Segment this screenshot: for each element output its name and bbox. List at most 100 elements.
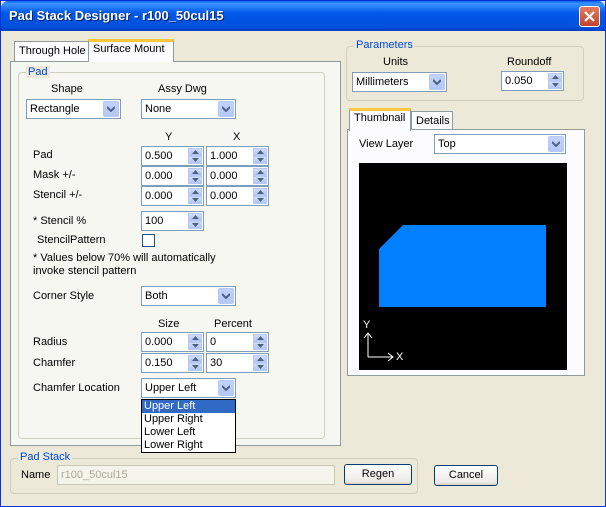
spin-down-icon[interactable] xyxy=(188,363,202,371)
shape-label: Shape xyxy=(51,83,83,95)
spin-up-icon[interactable] xyxy=(188,334,202,342)
chevron-down-icon[interactable] xyxy=(103,101,119,117)
spin-down-icon[interactable] xyxy=(188,342,202,350)
close-icon xyxy=(584,11,595,22)
spin-down-icon[interactable] xyxy=(188,221,202,229)
view-layer-select[interactable]: Top xyxy=(434,134,566,154)
chevron-down-icon[interactable] xyxy=(218,380,234,396)
regen-button-label: Regen xyxy=(361,468,395,480)
spin-up-icon[interactable] xyxy=(548,73,562,81)
spin-down-icon[interactable] xyxy=(188,176,202,184)
view-layer-value: Top xyxy=(438,138,456,150)
radius-pct-value: 0 xyxy=(210,336,217,348)
roundoff-label: Roundoff xyxy=(507,56,552,68)
chamfer-size-spinner[interactable]: 0.150 xyxy=(141,353,204,373)
name-field-value: r100_50cul15 xyxy=(61,469,128,481)
stencil-pattern-checkbox[interactable] xyxy=(142,234,155,247)
dropdown-option-upper-left[interactable]: Upper Left xyxy=(142,400,235,413)
axis-x-label: X xyxy=(396,351,404,363)
tab-label: Through Hole xyxy=(19,45,86,57)
dropdown-option-lower-right[interactable]: Lower Right xyxy=(142,439,235,452)
spin-up-icon[interactable] xyxy=(253,168,267,176)
spin-up-icon[interactable] xyxy=(253,334,267,342)
mask-y-spinner[interactable]: 0.000 xyxy=(141,166,204,186)
chamfer-location-select[interactable]: Upper Left xyxy=(141,378,236,398)
chevron-down-icon[interactable] xyxy=(429,74,445,90)
chamfer-size-value: 0.150 xyxy=(145,357,173,369)
stencil-row-label: Stencil +/- xyxy=(33,189,83,201)
assy-dwg-select[interactable]: None xyxy=(141,99,236,119)
spin-down-icon[interactable] xyxy=(253,363,267,371)
spin-down-icon[interactable] xyxy=(253,196,267,204)
tab-surface-mount[interactable]: Surface Mount xyxy=(88,39,174,62)
spin-up-icon[interactable] xyxy=(253,355,267,363)
cancel-button-label: Cancel xyxy=(448,469,484,481)
chamfer-pct-spinner[interactable]: 30 xyxy=(206,353,269,373)
pad-y-spinner[interactable]: 0.500 xyxy=(141,146,204,166)
units-select[interactable]: Millimeters xyxy=(352,72,447,92)
dropdown-option-lower-left[interactable]: Lower Left xyxy=(142,426,235,439)
spin-up-icon[interactable] xyxy=(253,188,267,196)
name-label: Name xyxy=(21,469,51,481)
spin-down-icon[interactable] xyxy=(253,156,267,164)
spin-down-icon[interactable] xyxy=(253,342,267,350)
corner-style-value: Both xyxy=(145,290,168,302)
roundoff-spinner[interactable]: 0.050 xyxy=(501,71,564,91)
title-bar[interactable]: Pad Stack Designer - r100_50cul15 xyxy=(1,1,605,31)
radius-label: Radius xyxy=(33,336,68,348)
pad-x-spinner[interactable]: 1.000 xyxy=(206,146,269,166)
corner-style-select[interactable]: Both xyxy=(141,286,236,306)
x-column-header: X xyxy=(233,131,241,143)
roundoff-value: 0.050 xyxy=(505,75,533,87)
chamfer-label: Chamfer xyxy=(33,357,76,369)
stencil-pct-spinner[interactable]: 100 xyxy=(141,211,204,231)
spin-up-icon[interactable] xyxy=(188,188,202,196)
chevron-down-icon[interactable] xyxy=(548,136,564,152)
regen-button[interactable]: Regen xyxy=(344,464,412,485)
spin-up-icon[interactable] xyxy=(188,148,202,156)
chevron-down-icon[interactable] xyxy=(218,101,234,117)
pad-x-value: 1.000 xyxy=(210,150,238,162)
tab-label: Thumbnail xyxy=(354,112,406,124)
mask-x-value: 0.000 xyxy=(210,170,238,182)
spin-up-icon[interactable] xyxy=(188,355,202,363)
chevron-down-icon[interactable] xyxy=(218,288,234,304)
spin-up-icon[interactable] xyxy=(188,213,202,221)
spin-up-icon[interactable] xyxy=(253,148,267,156)
radius-pct-spinner[interactable]: 0 xyxy=(206,332,269,352)
shape-select[interactable]: Rectangle xyxy=(26,99,121,119)
spin-up-icon[interactable] xyxy=(188,168,202,176)
cancel-button[interactable]: Cancel xyxy=(434,465,498,486)
spin-down-icon[interactable] xyxy=(188,156,202,164)
mask-x-spinner[interactable]: 0.000 xyxy=(206,166,269,186)
axis-x-line xyxy=(368,352,394,362)
tab-label: Surface Mount xyxy=(93,43,165,55)
stencil-y-spinner[interactable]: 0.000 xyxy=(141,186,204,206)
dropdown-option-upper-right[interactable]: Upper Right xyxy=(142,413,235,426)
tab-thumbnail[interactable]: Thumbnail xyxy=(349,108,411,131)
chamfer-location-value: Upper Left xyxy=(145,382,197,394)
percent-column-header: Percent xyxy=(214,318,252,330)
radius-size-spinner[interactable]: 0.000 xyxy=(141,332,204,352)
name-field[interactable]: r100_50cul15 xyxy=(57,465,335,485)
axis-y-label: Y xyxy=(363,319,371,331)
units-value: Millimeters xyxy=(356,76,409,88)
stencil-x-spinner[interactable]: 0.000 xyxy=(206,186,269,206)
pad-y-value: 0.500 xyxy=(145,150,173,162)
units-label: Units xyxy=(383,56,409,68)
close-button[interactable] xyxy=(579,6,600,27)
spin-down-icon[interactable] xyxy=(253,176,267,184)
assy-dwg-label: Assy Dwg xyxy=(158,83,207,95)
size-column-header: Size xyxy=(158,318,180,330)
parameters-group-title: Parameters xyxy=(354,39,415,51)
spin-down-icon[interactable] xyxy=(188,196,202,204)
assy-dwg-value: None xyxy=(145,103,172,115)
window-title: Pad Stack Designer - r100_50cul15 xyxy=(9,8,224,23)
pad-stack-group-title: Pad Stack xyxy=(18,451,73,463)
chamfer-location-dropdown: Upper Left Upper Right Lower Left Lower … xyxy=(141,399,236,453)
tab-through-hole[interactable]: Through Hole xyxy=(14,41,89,62)
chamfer-location-label: Chamfer Location xyxy=(33,382,120,394)
stencil-note-line1: * Values below 70% will automatically xyxy=(33,252,216,264)
stencil-x-value: 0.000 xyxy=(210,190,238,202)
spin-down-icon[interactable] xyxy=(548,81,562,89)
